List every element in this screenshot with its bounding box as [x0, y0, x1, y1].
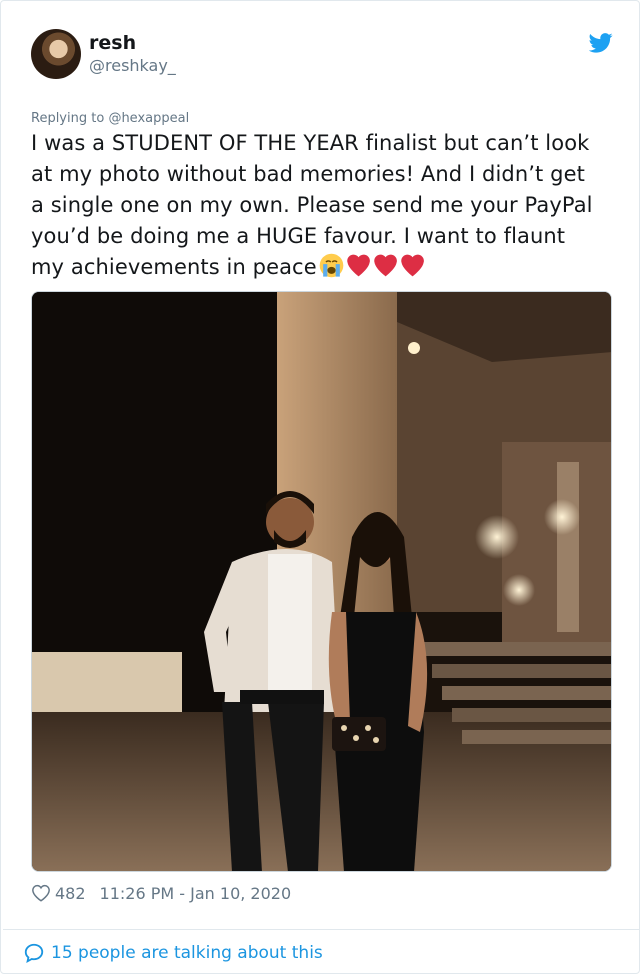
red-heart-icon: [373, 254, 397, 277]
tweet-meta: 482 11:26 PM - Jan 10, 2020: [31, 881, 291, 905]
like-count[interactable]: 482: [55, 884, 86, 903]
loudly-crying-face-icon: [319, 253, 344, 278]
tweet-line: a single one on my own. Please send me y…: [31, 193, 593, 217]
heart-outline-icon[interactable]: [31, 884, 51, 902]
speech-bubble-icon: [24, 943, 44, 964]
conversation-label[interactable]: 15 people are talking about this: [51, 943, 323, 963]
tweet-line-last: my achievements in peace: [31, 252, 616, 283]
tweet-text: I was a STUDENT OF THE YEAR finalist but…: [31, 128, 616, 283]
red-heart-icon: [346, 254, 370, 277]
replying-to-prefix: Replying to: [31, 111, 109, 126]
author-name[interactable]: resh: [89, 32, 136, 54]
tweet-line: at my photo without bad memories! And I …: [31, 162, 585, 186]
author-handle[interactable]: @reshkay_: [89, 56, 176, 75]
tweet-line: you’d be doing me a HUGE favour. I want …: [31, 224, 566, 248]
twitter-bird-icon[interactable]: [589, 32, 613, 54]
conversation-link[interactable]: 15 people are talking about this: [23, 941, 323, 965]
tweet-photo[interactable]: [31, 291, 612, 872]
tweet-card: resh @reshkay_ Replying to @hexappeal I …: [0, 0, 640, 974]
avatar[interactable]: [31, 29, 81, 79]
replying-to-mention[interactable]: @hexappeal: [108, 111, 189, 126]
tweet-line: my achievements in peace: [31, 255, 317, 279]
divider: [3, 929, 639, 930]
tweet-header: resh @reshkay_: [31, 29, 613, 81]
tweet-line: I was a STUDENT OF THE YEAR finalist but…: [31, 131, 590, 155]
tweet-timestamp[interactable]: 11:26 PM - Jan 10, 2020: [100, 884, 292, 903]
red-heart-icon: [400, 254, 424, 277]
replying-to: Replying to @hexappeal: [31, 111, 189, 126]
photo-image: [32, 292, 611, 871]
